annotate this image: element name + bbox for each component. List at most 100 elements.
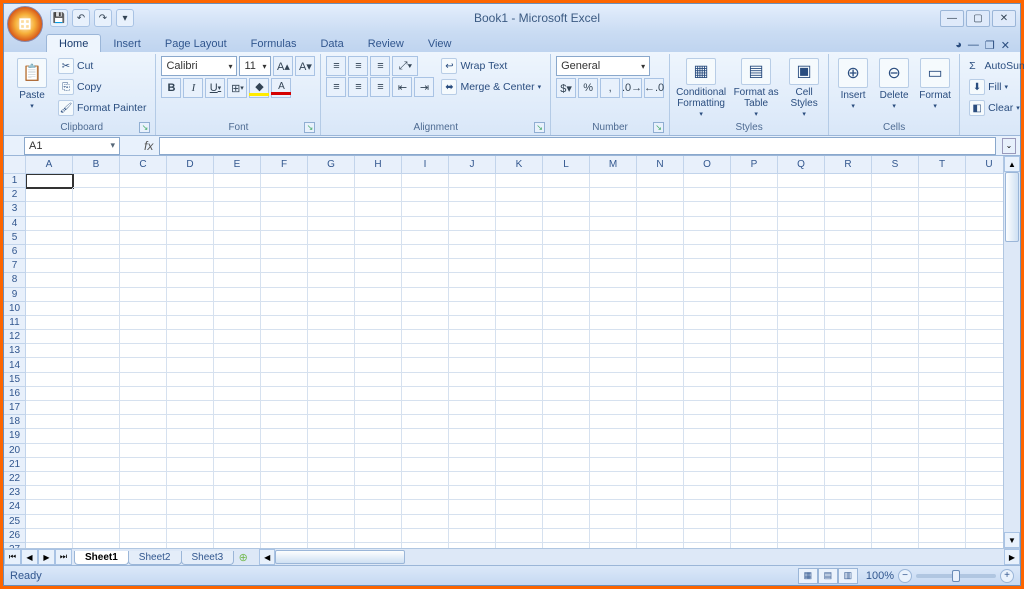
cell-T22[interactable] xyxy=(919,472,966,486)
cell-J18[interactable] xyxy=(449,415,496,429)
cell-U13[interactable] xyxy=(966,344,1003,358)
tab-data[interactable]: Data xyxy=(308,35,355,52)
cell-N13[interactable] xyxy=(637,344,684,358)
cell-J25[interactable] xyxy=(449,515,496,529)
cell-O2[interactable] xyxy=(684,188,731,202)
cell-Q9[interactable] xyxy=(778,288,825,302)
cell-A14[interactable] xyxy=(26,358,73,372)
cell-P11[interactable] xyxy=(731,316,778,330)
cell-J20[interactable] xyxy=(449,444,496,458)
cell-K13[interactable] xyxy=(496,344,543,358)
cell-G22[interactable] xyxy=(308,472,355,486)
cell-C2[interactable] xyxy=(120,188,167,202)
vscroll-thumb[interactable] xyxy=(1005,172,1019,242)
cell-N5[interactable] xyxy=(637,231,684,245)
cell-G4[interactable] xyxy=(308,217,355,231)
cell-A4[interactable] xyxy=(26,217,73,231)
cell-A2[interactable] xyxy=(26,188,73,202)
row-header-2[interactable]: 2 xyxy=(4,188,26,202)
align-top-button[interactable]: ≡ xyxy=(326,56,346,76)
cell-F26[interactable] xyxy=(261,529,308,543)
cell-A7[interactable] xyxy=(26,259,73,273)
cell-J22[interactable] xyxy=(449,472,496,486)
clipboard-dialog-launcher[interactable]: ↘ xyxy=(139,122,150,133)
vertical-scrollbar[interactable]: ▲ ▼ xyxy=(1003,156,1020,548)
cell-O17[interactable] xyxy=(684,401,731,415)
cell-I13[interactable] xyxy=(402,344,449,358)
cell-T15[interactable] xyxy=(919,373,966,387)
cell-H2[interactable] xyxy=(355,188,402,202)
cell-H5[interactable] xyxy=(355,231,402,245)
cell-E16[interactable] xyxy=(214,387,261,401)
cell-F18[interactable] xyxy=(261,415,308,429)
cell-D11[interactable] xyxy=(167,316,214,330)
last-sheet-button[interactable]: ⏭ xyxy=(55,549,72,565)
cell-D24[interactable] xyxy=(167,500,214,514)
cell-U22[interactable] xyxy=(966,472,1003,486)
format-as-table-button[interactable]: ▤Format as Table ▾ xyxy=(730,56,782,120)
cell-A1[interactable] xyxy=(26,174,73,188)
cell-B22[interactable] xyxy=(73,472,120,486)
decrease-indent-button[interactable]: ⇤ xyxy=(392,77,412,97)
cell-T8[interactable] xyxy=(919,273,966,287)
scroll-down-icon[interactable]: ▼ xyxy=(1004,532,1020,548)
cell-T25[interactable] xyxy=(919,515,966,529)
cell-H9[interactable] xyxy=(355,288,402,302)
cell-T24[interactable] xyxy=(919,500,966,514)
cell-O10[interactable] xyxy=(684,302,731,316)
cell-M13[interactable] xyxy=(590,344,637,358)
col-header-O[interactable]: O xyxy=(684,156,731,174)
cell-Q16[interactable] xyxy=(778,387,825,401)
cell-J12[interactable] xyxy=(449,330,496,344)
cell-M4[interactable] xyxy=(590,217,637,231)
cell-R4[interactable] xyxy=(825,217,872,231)
undo-icon[interactable]: ↶ xyxy=(72,9,90,27)
cell-P24[interactable] xyxy=(731,500,778,514)
cell-Q5[interactable] xyxy=(778,231,825,245)
cell-S15[interactable] xyxy=(872,373,919,387)
cell-A12[interactable] xyxy=(26,330,73,344)
cell-D7[interactable] xyxy=(167,259,214,273)
cell-N15[interactable] xyxy=(637,373,684,387)
format-cells-button[interactable]: ▭Format▾ xyxy=(916,56,954,120)
cell-T14[interactable] xyxy=(919,358,966,372)
cell-Q17[interactable] xyxy=(778,401,825,415)
zoom-out-button[interactable]: − xyxy=(898,569,912,583)
cell-T9[interactable] xyxy=(919,288,966,302)
cell-H15[interactable] xyxy=(355,373,402,387)
cell-D26[interactable] xyxy=(167,529,214,543)
cell-U2[interactable] xyxy=(966,188,1003,202)
cell-D3[interactable] xyxy=(167,202,214,216)
cell-N21[interactable] xyxy=(637,458,684,472)
cell-F9[interactable] xyxy=(261,288,308,302)
cell-M8[interactable] xyxy=(590,273,637,287)
insert-sheet-button[interactable]: ⊕ xyxy=(233,549,253,565)
cell-T16[interactable] xyxy=(919,387,966,401)
grow-font-button[interactable]: A▴ xyxy=(273,56,293,76)
next-sheet-button[interactable]: ▶ xyxy=(38,549,55,565)
cell-E9[interactable] xyxy=(214,288,261,302)
cell-A18[interactable] xyxy=(26,415,73,429)
cell-Q2[interactable] xyxy=(778,188,825,202)
cell-S9[interactable] xyxy=(872,288,919,302)
row-header-19[interactable]: 19 xyxy=(4,429,26,443)
cell-C6[interactable] xyxy=(120,245,167,259)
cell-E8[interactable] xyxy=(214,273,261,287)
cell-P15[interactable] xyxy=(731,373,778,387)
cell-Q1[interactable] xyxy=(778,174,825,188)
row-header-23[interactable]: 23 xyxy=(4,486,26,500)
row-header-4[interactable]: 4 xyxy=(4,217,26,231)
cell-U19[interactable] xyxy=(966,429,1003,443)
fill-button[interactable]: ⬇Fill ▾ xyxy=(965,77,1024,97)
cell-F12[interactable] xyxy=(261,330,308,344)
cell-B24[interactable] xyxy=(73,500,120,514)
cell-H20[interactable] xyxy=(355,444,402,458)
row-header-14[interactable]: 14 xyxy=(4,358,26,372)
cell-K8[interactable] xyxy=(496,273,543,287)
cell-G2[interactable] xyxy=(308,188,355,202)
col-header-A[interactable]: A xyxy=(26,156,73,174)
cell-M2[interactable] xyxy=(590,188,637,202)
cell-styles-button[interactable]: ▣Cell Styles ▾ xyxy=(785,56,823,120)
cell-C20[interactable] xyxy=(120,444,167,458)
bold-button[interactable]: B xyxy=(161,78,181,98)
